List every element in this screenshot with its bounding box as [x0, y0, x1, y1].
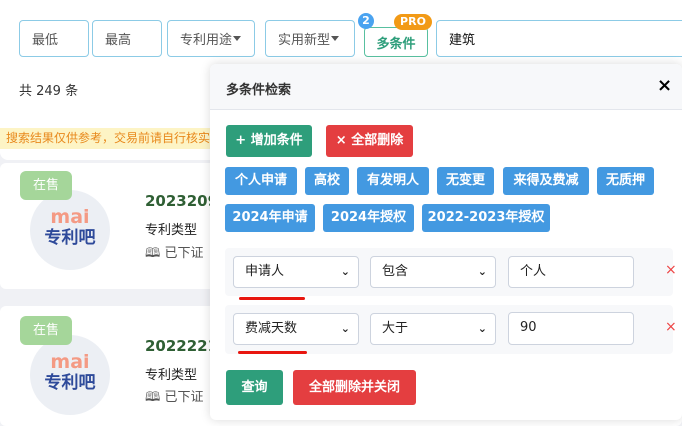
patent-status: 🕮 已下证 — [145, 390, 204, 405]
patent-logo: mai 专利吧 — [30, 190, 110, 270]
result-count: 共 249 条 — [19, 84, 79, 99]
close-icon[interactable]: × — [657, 75, 672, 96]
annotation-underline — [238, 351, 307, 354]
field-select[interactable]: 费减天数 ⌄ — [233, 313, 359, 345]
value-input[interactable]: 90 — [508, 312, 634, 345]
multi-label: 多条件 — [376, 36, 416, 52]
chevron-down-icon: ⌄ — [340, 322, 350, 335]
keyword-value: 建筑 — [449, 33, 476, 48]
preset-chip[interactable]: 高校 — [305, 167, 349, 195]
preset-chip[interactable]: 有发明人 — [357, 167, 429, 195]
preset-chip[interactable]: 来得及费减 — [503, 167, 589, 195]
preset-chip[interactable]: 2024年授权 — [323, 204, 414, 232]
field-select[interactable]: 申请人 ⌄ — [233, 256, 359, 288]
annotation-underline — [239, 297, 305, 300]
preset-chip[interactable]: 2024年申请 — [225, 204, 315, 232]
disclaimer-bar: 搜索结果仅供参考，交易前请自行核实 — [0, 128, 230, 149]
patent-type-label: 专利类型 — [145, 223, 198, 238]
patent-status: 🕮 已下证 — [145, 246, 204, 261]
delete-all-button[interactable]: × 全部删除 — [326, 125, 413, 157]
pro-badge: PRO — [394, 14, 432, 30]
patent-type-label: 专利类型 — [145, 368, 198, 383]
max-placeholder: 最高 — [105, 33, 132, 48]
preset-chip[interactable]: 无变更 — [437, 167, 494, 195]
multi-condition-modal: 多条件检索 × + 增加条件 × 全部删除 个人申请 高校 有发明人 无变更 来… — [210, 64, 682, 420]
usage-dropdown[interactable]: 专利用途 — [167, 20, 255, 57]
min-price-input[interactable]: 最低 — [19, 20, 89, 57]
condition-row: 费减天数 ⌄ 大于 ⌄ 90 × — [225, 305, 677, 354]
book-icon: 🕮 — [145, 246, 165, 261]
multi-condition-button[interactable]: 多条件 — [364, 27, 428, 57]
query-button[interactable]: 查询 — [226, 370, 283, 405]
operator-select[interactable]: 包含 ⌄ — [370, 256, 496, 288]
on-sale-tag: 在售 — [20, 316, 72, 345]
caret-down-icon — [331, 36, 340, 41]
patent-logo: mai 专利吧 — [30, 335, 110, 415]
max-price-input[interactable]: 最高 — [92, 20, 162, 57]
chevron-down-icon: ⌄ — [477, 322, 487, 335]
modal-title: 多条件检索 — [226, 83, 292, 98]
remove-condition-icon[interactable]: × — [665, 319, 677, 335]
type-dropdown[interactable]: 实用新型 — [265, 20, 355, 57]
delete-all-close-button[interactable]: 全部删除并关闭 — [293, 370, 416, 405]
chevron-down-icon: ⌄ — [340, 265, 350, 278]
caret-down-icon — [233, 36, 242, 41]
remove-condition-icon[interactable]: × — [665, 262, 677, 278]
preset-chip[interactable]: 无质押 — [597, 167, 654, 195]
preset-chip[interactable]: 个人申请 — [225, 167, 297, 195]
add-condition-button[interactable]: + 增加条件 — [226, 125, 312, 157]
operator-select[interactable]: 大于 ⌄ — [370, 313, 496, 345]
keyword-input[interactable]: 建筑 — [436, 20, 682, 57]
book-icon: 🕮 — [145, 390, 165, 405]
min-placeholder: 最低 — [32, 33, 59, 48]
modal-header: 多条件检索 × — [210, 64, 682, 110]
usage-label: 专利用途 — [180, 33, 233, 48]
value-input[interactable]: 个人 — [508, 256, 634, 288]
preset-chip[interactable]: 2022-2023年授权 — [422, 204, 550, 232]
type-label: 实用新型 — [278, 33, 331, 48]
patent-number[interactable]: 2022221 — [145, 337, 218, 355]
condition-count-badge: 2 — [358, 13, 374, 29]
condition-row: 申请人 ⌄ 包含 ⌄ 个人 × — [225, 248, 677, 296]
chevron-down-icon: ⌄ — [477, 265, 487, 278]
on-sale-tag: 在售 — [20, 171, 72, 200]
patent-number[interactable]: 2023209 — [145, 192, 218, 210]
